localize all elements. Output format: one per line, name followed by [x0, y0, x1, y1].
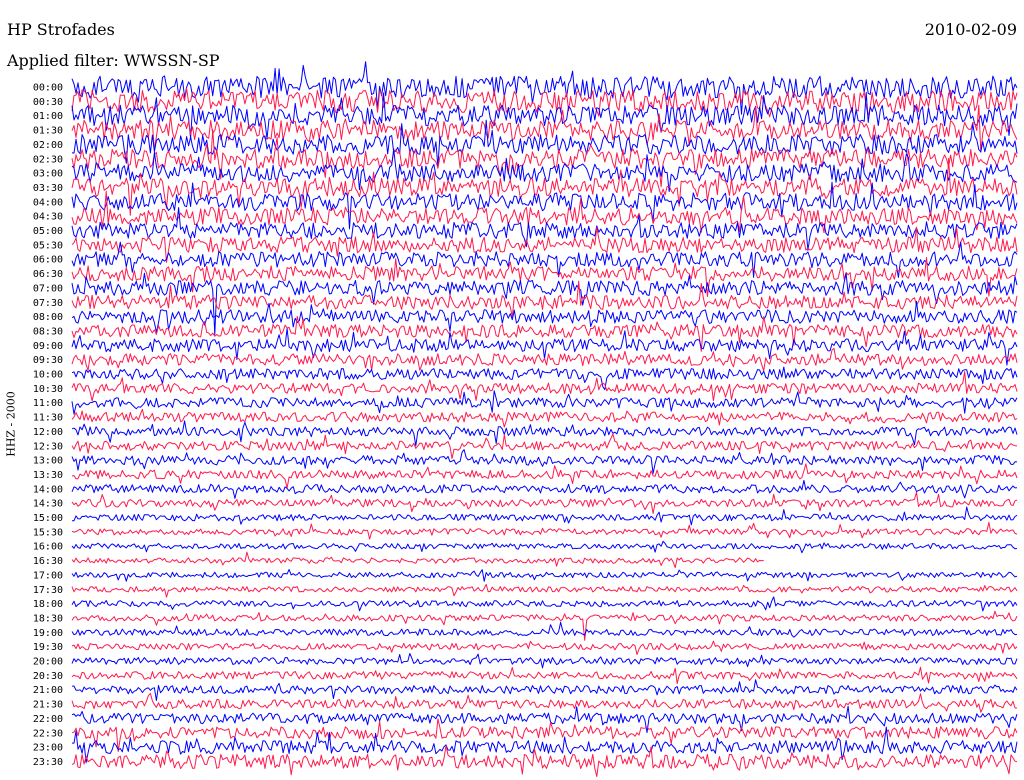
trace-1730	[71, 583, 1018, 598]
trace-2130	[71, 692, 1018, 713]
trace-1330	[71, 463, 1018, 489]
trace-2000	[71, 653, 1018, 669]
tick-label-1930: 19:30	[33, 642, 63, 653]
trace-2030	[71, 666, 1018, 684]
trace-2200	[71, 705, 1018, 734]
tick-label-0830: 08:30	[33, 326, 63, 337]
trace-1200	[71, 420, 1018, 447]
tick-label-2100: 21:00	[33, 685, 63, 696]
trace-2100	[72, 679, 1018, 701]
tick-label-1730: 17:30	[33, 585, 63, 596]
tick-label-0730: 07:30	[33, 298, 63, 309]
tick-label-1030: 10:30	[33, 384, 63, 395]
trace-1530	[71, 521, 1018, 540]
tick-label-1000: 10:00	[33, 370, 63, 381]
tick-label-2230: 22:30	[33, 728, 63, 739]
tick-label-1400: 14:00	[33, 484, 63, 495]
tick-label-2200: 22:00	[33, 714, 63, 725]
tick-label-0030: 00:30	[33, 97, 63, 108]
tick-label-0900: 09:00	[33, 341, 63, 352]
tick-label-0330: 03:30	[33, 183, 63, 194]
tick-label-1330: 13:30	[33, 470, 63, 481]
tick-label-1300: 13:00	[33, 456, 63, 467]
trace-1100	[71, 390, 1018, 415]
trace-1230	[71, 433, 1018, 459]
trace-1300	[71, 449, 1018, 474]
tick-label-0000: 00:00	[33, 83, 63, 94]
tick-label-2000: 20:00	[33, 657, 63, 668]
tick-label-0200: 02:00	[33, 140, 63, 151]
tick-label-2330: 23:30	[33, 757, 63, 768]
tick-label-0500: 05:00	[33, 226, 63, 237]
tick-label-0930: 09:30	[33, 355, 63, 366]
tick-label-1430: 14:30	[33, 499, 63, 510]
tick-label-1900: 19:00	[33, 628, 63, 639]
tick-label-1530: 15:30	[33, 527, 63, 538]
tick-label-1600: 16:00	[33, 542, 63, 553]
tick-label-0230: 02:30	[33, 154, 63, 165]
tick-label-1800: 18:00	[33, 599, 63, 610]
trace-1700	[71, 569, 1018, 582]
trace-0630	[71, 257, 1018, 297]
trace-1500	[72, 506, 1018, 526]
tick-label-2030: 20:30	[33, 671, 63, 682]
tick-label-0630: 06:30	[33, 269, 63, 280]
tick-label-2300: 23:00	[33, 743, 63, 754]
tick-label-0130: 01:30	[33, 126, 63, 137]
trace-1800	[71, 596, 1018, 612]
tick-label-1500: 15:00	[33, 513, 63, 524]
tick-label-0100: 01:00	[33, 111, 63, 122]
tick-label-1230: 12:30	[33, 441, 63, 452]
tick-label-1700: 17:00	[33, 570, 63, 581]
helicorder-plot: 00:00 00:30 01:00 01:30 02:00 02:30 03:00 03:30…	[33, 61, 1024, 777]
tick-label-0300: 03:00	[33, 169, 63, 180]
trace-0930	[71, 347, 1018, 372]
tick-label-0800: 08:00	[33, 312, 63, 323]
tick-label-0700: 07:00	[33, 283, 63, 294]
tick-label-1830: 18:30	[33, 613, 63, 624]
trace-1830	[71, 610, 1018, 641]
trace-0530	[71, 226, 1018, 263]
trace-1930	[71, 640, 1018, 655]
trace-1000	[71, 366, 1018, 391]
tick-label-0530: 05:30	[33, 240, 63, 251]
trace-1430	[71, 491, 1018, 514]
tick-label-0600: 06:00	[33, 255, 63, 266]
trace-1400	[71, 479, 1018, 499]
tick-label-1100: 11:00	[33, 398, 63, 409]
tick-label-1130: 11:30	[33, 413, 63, 424]
trace-1630	[72, 552, 1017, 568]
tick-label-0430: 04:30	[33, 212, 63, 223]
tick-label-2130: 21:30	[33, 700, 63, 711]
tick-label-1630: 16:30	[33, 556, 63, 567]
seismic-traces	[71, 61, 1018, 777]
trace-1130	[71, 408, 1018, 428]
trace-0000	[71, 61, 1018, 115]
trace-1600	[71, 540, 1018, 554]
tick-label-1200: 12:00	[33, 427, 63, 438]
trace-1900	[71, 621, 1018, 638]
tick-label-0400: 04:00	[33, 197, 63, 208]
time-tick-labels: 00:00 00:30 01:00 01:30 02:00 02:30 03:00 03:30…	[33, 83, 63, 768]
